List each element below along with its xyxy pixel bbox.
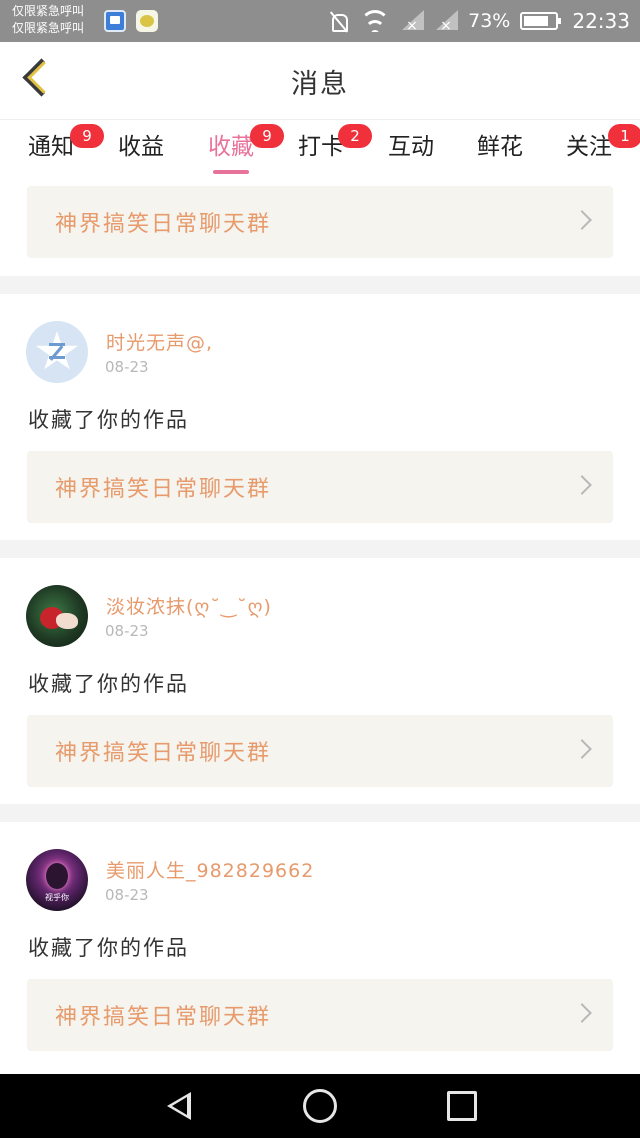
tab-earnings[interactable]: 收益 bbox=[114, 130, 168, 174]
signal-icon-1 bbox=[400, 10, 425, 34]
tab-flowers[interactable]: 鲜花 bbox=[473, 130, 527, 174]
tab-checkin[interactable]: 打卡 2 bbox=[294, 124, 372, 174]
date: 08-23 bbox=[105, 358, 149, 376]
nav-recents-icon[interactable] bbox=[447, 1091, 477, 1121]
carrier-line-2: 仅限紧急呼叫 bbox=[12, 21, 85, 35]
tab-label: 收益 bbox=[118, 134, 164, 160]
header: 消息 bbox=[0, 42, 640, 120]
avatar-tag: 视乎你 bbox=[45, 893, 69, 902]
carrier-line-1: 仅限紧急呼叫 bbox=[12, 4, 85, 18]
group-name: 神界搞笑日常聊天群 bbox=[55, 1005, 272, 1030]
username[interactable]: 时光无声@, bbox=[106, 328, 213, 355]
list-item: 视乎你 美丽人生_982829662 08-23 收藏了你的作品 神界搞笑日常聊… bbox=[0, 822, 640, 1074]
group-link[interactable]: 神界搞笑日常聊天群 bbox=[27, 715, 613, 787]
battery-icon bbox=[520, 12, 562, 30]
tab-interactions[interactable]: 互动 bbox=[384, 130, 438, 174]
group-link[interactable]: 神界搞笑日常聊天群 bbox=[27, 979, 613, 1051]
avatar[interactable]: 视乎你 bbox=[26, 849, 88, 911]
tab-favorites[interactable]: 收藏 9 bbox=[204, 124, 284, 174]
clock: 22:33 bbox=[572, 9, 630, 33]
tab-follows[interactable]: 关注 1 bbox=[562, 124, 640, 174]
nav-back-icon[interactable] bbox=[164, 1091, 194, 1121]
z-logo-icon bbox=[49, 343, 65, 359]
tab-label: 鲜花 bbox=[477, 134, 523, 160]
action-text: 收藏了你的作品 bbox=[28, 936, 189, 960]
status-icons: 73% 22:33 bbox=[328, 0, 630, 42]
list-item: 时光无声@, 08-23 收藏了你的作品 神界搞笑日常聊天群 bbox=[0, 294, 640, 540]
group-link[interactable]: 神界搞笑日常聊天群 bbox=[27, 451, 613, 523]
group-name: 神界搞笑日常聊天群 bbox=[55, 477, 272, 502]
group-name: 神界搞笑日常聊天群 bbox=[55, 212, 272, 237]
hand-icon bbox=[56, 613, 78, 629]
tab-notifications[interactable]: 通知 9 bbox=[24, 124, 104, 174]
signal-icon-2 bbox=[434, 10, 459, 34]
chevron-right-icon bbox=[572, 475, 592, 495]
action-text: 收藏了你的作品 bbox=[28, 672, 189, 696]
page-title: 消息 bbox=[291, 69, 349, 100]
list-item: 神界搞笑日常聊天群 bbox=[0, 182, 640, 276]
active-tab-indicator bbox=[213, 170, 249, 174]
chat-notification-icon bbox=[136, 10, 158, 32]
group-name: 神界搞笑日常聊天群 bbox=[55, 741, 272, 766]
tab-bar: 通知 9 收益 收藏 9 打卡 2 互动 鲜花 关注 1 bbox=[0, 120, 640, 182]
chevron-right-icon bbox=[572, 739, 592, 759]
tab-badge: 9 bbox=[70, 124, 104, 148]
chevron-right-icon bbox=[572, 1003, 592, 1023]
tab-badge: 2 bbox=[338, 124, 372, 148]
nav-home-icon[interactable] bbox=[303, 1089, 337, 1123]
tab-badge: 9 bbox=[250, 124, 284, 148]
date: 08-23 bbox=[105, 886, 149, 904]
battery-percent: 73% bbox=[468, 10, 511, 32]
portrait-icon bbox=[46, 863, 68, 889]
tab-label: 互动 bbox=[388, 134, 434, 160]
date: 08-23 bbox=[105, 622, 149, 640]
list-item: 淡妆浓抹(ღ˘‿˘ღ) 08-23 收藏了你的作品 神界搞笑日常聊天群 bbox=[0, 558, 640, 804]
group-link[interactable]: 神界搞笑日常聊天群 bbox=[27, 186, 613, 258]
status-bar: 仅限紧急呼叫 仅限紧急呼叫 73% 22:33 bbox=[0, 0, 640, 42]
action-text: 收藏了你的作品 bbox=[28, 408, 189, 432]
avatar[interactable] bbox=[26, 321, 88, 383]
system-nav-bar bbox=[0, 1074, 640, 1138]
username[interactable]: 美丽人生_982829662 bbox=[106, 856, 314, 883]
gallery-notification-icon bbox=[104, 10, 126, 32]
avatar[interactable] bbox=[26, 585, 88, 647]
mute-icon bbox=[328, 10, 350, 32]
tab-badge: 1 bbox=[608, 124, 640, 148]
chevron-right-icon bbox=[572, 210, 592, 230]
carrier-text: 仅限紧急呼叫 仅限紧急呼叫 bbox=[12, 3, 84, 37]
username[interactable]: 淡妆浓抹(ღ˘‿˘ღ) bbox=[106, 592, 272, 619]
message-list[interactable]: 神界搞笑日常聊天群 时光无声@, 08-23 收藏了你的作品 神界搞笑日常聊天群… bbox=[0, 182, 640, 1074]
wifi-icon bbox=[360, 10, 391, 32]
